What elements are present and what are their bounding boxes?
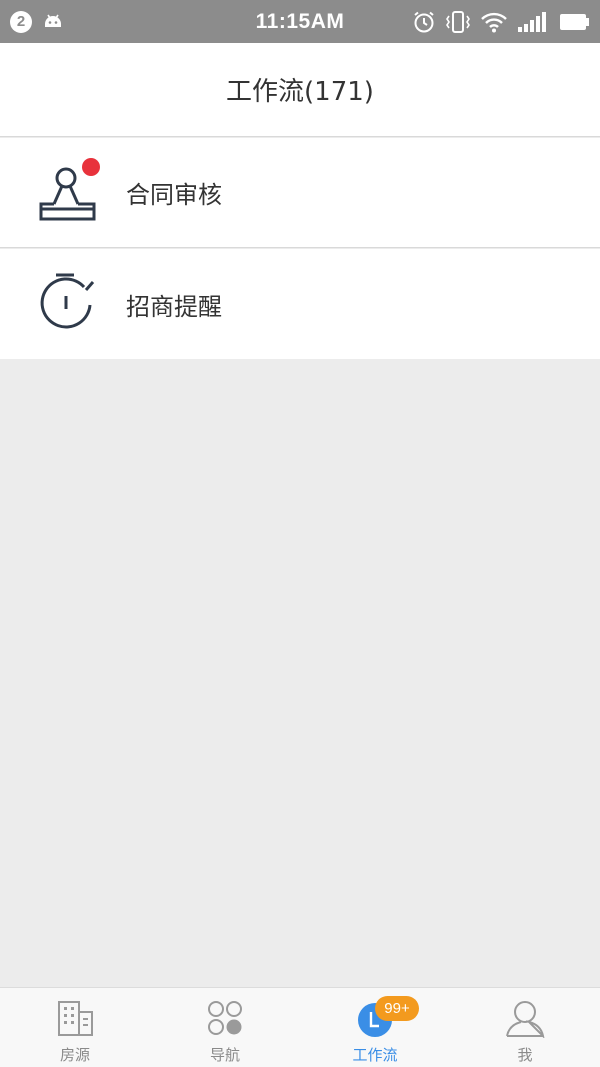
- stopwatch-icon: [40, 273, 95, 329]
- list-item-label: 合同审核: [126, 181, 222, 209]
- building-icon: [58, 1001, 93, 1036]
- tab-workflow[interactable]: 工作流: [300, 988, 450, 1067]
- status-bar-right: [412, 0, 590, 43]
- list-item-contract-review[interactable]: 合同审核: [0, 138, 600, 248]
- tab-label: 工作流: [352, 1046, 398, 1064]
- list-item-leasing-reminder[interactable]: 招商提醒: [0, 249, 600, 359]
- wifi-icon: [481, 12, 507, 32]
- bottom-tab-bar: 房源 导航 工作流 我: [0, 987, 600, 1067]
- tab-listings[interactable]: 房源: [0, 988, 150, 1067]
- grid-circles-icon: [208, 1001, 242, 1035]
- tab-label: 房源: [59, 1046, 90, 1064]
- page-header: 工作流(171): [0, 43, 600, 137]
- tab-label: 我: [517, 1046, 533, 1064]
- list-item-label: 招商提醒: [126, 292, 222, 321]
- tab-me[interactable]: 我: [450, 988, 600, 1067]
- alarm-icon: [414, 11, 434, 32]
- status-bar: 2 11:15AM: [0, 0, 600, 43]
- unread-dot: [82, 158, 100, 176]
- signal-icon: [518, 11, 546, 32]
- tab-label: 导航: [209, 1046, 240, 1064]
- tab-navigation[interactable]: 导航: [150, 988, 300, 1067]
- workflow-count-badge: 99+: [375, 996, 419, 1021]
- vibrate-icon: [446, 10, 470, 33]
- battery-icon: [560, 13, 589, 30]
- user-icon: [506, 1001, 545, 1038]
- page-title: 工作流(171): [226, 77, 374, 107]
